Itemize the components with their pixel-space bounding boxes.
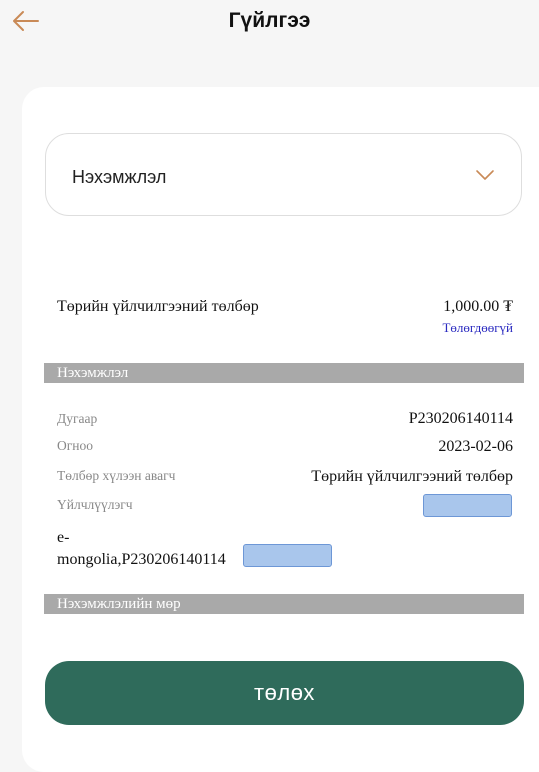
date-label: Огноо [57, 438, 94, 453]
invoice-section-header: Нэхэмжлэл [44, 363, 524, 383]
top-bar: Гүйлгээ [0, 0, 539, 48]
number-label: Дугаар [57, 411, 98, 426]
invoice-lines-section-header: Нэхэмжлэлийн мөр [44, 594, 524, 614]
reference-text: e- mongolia,P230206140114 [57, 527, 226, 571]
recipient-label: Төлбөр хүлээн авагч [57, 468, 176, 483]
date-value: 2023-02-06 [438, 438, 513, 455]
customer-value-redacted [423, 494, 512, 517]
fee-amount: 1,000.00 ₮ [443, 298, 513, 315]
reference-line-1: e- [57, 529, 70, 546]
number-value: P230206140114 [408, 410, 513, 427]
fee-label: Төрийн үйлчилгээний төлбөр [57, 298, 259, 315]
customer-label: Үйлчлүүлэгч [57, 497, 133, 512]
payment-status: Төлөгдөөгүй [442, 320, 513, 335]
chevron-down-icon [476, 170, 494, 180]
pay-button[interactable]: төлөх [45, 661, 524, 725]
reference-redacted [243, 544, 332, 567]
recipient-value: Төрийн үйлчилгээний төлбөр [311, 468, 513, 485]
invoice-select[interactable]: Нэхэмжлэл [45, 133, 522, 216]
invoice-select-value: Нэхэмжлэл [72, 167, 167, 187]
page-title: Гүйлгээ [228, 9, 311, 32]
reference-line-2: mongolia,P230206140114 [57, 551, 226, 568]
